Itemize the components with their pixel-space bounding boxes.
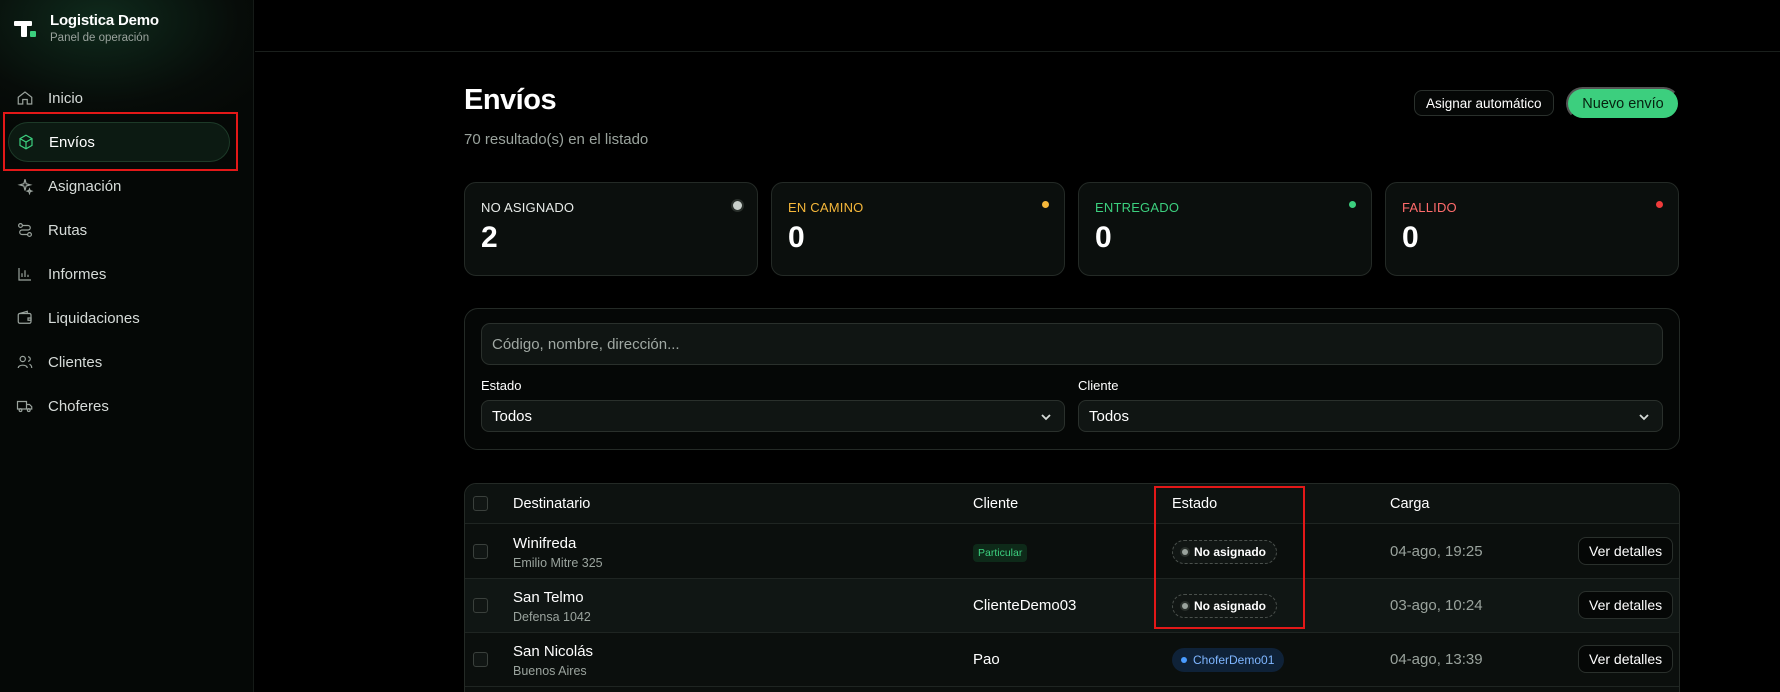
chevron-down-icon bbox=[1639, 414, 1649, 421]
sidebar-nav: Inicio Envíos Asignación Rutas Informes … bbox=[0, 78, 254, 430]
column-header-estado[interactable]: Estado bbox=[1172, 496, 1217, 512]
estado-filter-label: Estado bbox=[481, 378, 522, 393]
row-checkbox[interactable] bbox=[473, 544, 488, 559]
sidebar-item-label: Asignación bbox=[48, 177, 122, 195]
status-dot-icon bbox=[1042, 201, 1049, 208]
client-name: ClienteDemo03 bbox=[973, 597, 1077, 614]
sparkles-icon bbox=[17, 179, 34, 195]
stat-card-fallido: FALLIDO 0 bbox=[1385, 182, 1679, 276]
users-icon bbox=[17, 355, 33, 369]
results-count: 70 resultado(s) en el listado bbox=[464, 131, 649, 148]
client-tag: Particular bbox=[973, 544, 1028, 562]
sidebar-item-label: Liquidaciones bbox=[48, 309, 140, 327]
brand-logo bbox=[12, 15, 38, 41]
route-icon bbox=[18, 223, 32, 237]
sidebar-item-choferes[interactable]: Choferes bbox=[8, 386, 230, 426]
brand[interactable]: Logistica Demo Panel de operación bbox=[12, 12, 159, 44]
brand-title: Logistica Demo bbox=[50, 12, 159, 29]
stat-label: EN CAMINO bbox=[788, 200, 864, 215]
status-dot-icon bbox=[1349, 201, 1356, 208]
sidebar-item-label: Informes bbox=[48, 265, 107, 283]
wallet-icon bbox=[17, 310, 32, 324]
view-details-button[interactable]: Ver detalles bbox=[1578, 591, 1674, 619]
view-details-button[interactable]: Ver detalles bbox=[1578, 645, 1674, 673]
load-date: 03-ago, 10:24 bbox=[1390, 597, 1483, 614]
recipient-address: Buenos Aires bbox=[513, 664, 587, 678]
stat-label: ENTREGADO bbox=[1095, 200, 1180, 215]
row-checkbox[interactable] bbox=[473, 598, 488, 613]
column-header-destinatario[interactable]: Destinatario bbox=[513, 496, 590, 512]
recipient-address: Defensa 1042 bbox=[513, 610, 591, 624]
stat-card-en-camino: EN CAMINO 0 bbox=[771, 182, 1065, 276]
column-header-cliente[interactable]: Cliente bbox=[973, 496, 1018, 512]
status-dot-icon bbox=[1182, 549, 1188, 555]
status-label: No asignado bbox=[1194, 545, 1267, 559]
status-dot-icon bbox=[1181, 657, 1187, 663]
recipient-name: San Telmo bbox=[513, 589, 584, 606]
brand-subtitle: Panel de operación bbox=[50, 32, 150, 44]
cliente-select-value: Todos bbox=[1089, 407, 1130, 425]
status-badge: No asignado bbox=[1172, 540, 1278, 564]
row-checkbox[interactable] bbox=[473, 652, 488, 667]
bar-chart-icon bbox=[18, 268, 31, 281]
recipient-name: San Nicolás bbox=[513, 643, 594, 660]
status-label: ChoferDemo01 bbox=[1193, 653, 1275, 667]
sidebar-item-clientes[interactable]: Clientes bbox=[8, 342, 230, 382]
sidebar-item-informes[interactable]: Informes bbox=[8, 254, 230, 294]
recipient-address: Emilio Mitre 325 bbox=[513, 556, 603, 570]
stat-card-entregado: ENTREGADO 0 bbox=[1078, 182, 1372, 276]
sidebar-item-rutas[interactable]: Rutas bbox=[8, 210, 230, 250]
sidebar: Logistica Demo Panel de operación Inicio… bbox=[0, 0, 254, 692]
table-row[interactable]: Winifreda Emilio Mitre 325 Particular No… bbox=[465, 525, 1679, 579]
view-details-button[interactable]: Ver detalles bbox=[1578, 537, 1674, 565]
new-shipment-button[interactable]: Nuevo envío bbox=[1566, 87, 1680, 120]
filters-panel: Estado Todos Cliente Todos bbox=[464, 308, 1680, 450]
recipient-name: Winifreda bbox=[513, 535, 577, 552]
page-title: Envíos bbox=[464, 84, 557, 116]
sidebar-item-inicio[interactable]: Inicio bbox=[8, 78, 230, 118]
cliente-filter-label: Cliente bbox=[1078, 378, 1119, 393]
status-badge: ChoferDemo01 bbox=[1172, 648, 1285, 672]
chevron-down-icon bbox=[1041, 414, 1051, 421]
status-badge: No asignado bbox=[1172, 594, 1278, 618]
shipments-table: Destinatario Cliente Estado Carga Winifr… bbox=[464, 483, 1680, 692]
auto-assign-button[interactable]: Asignar automático bbox=[1414, 90, 1554, 116]
table-header: Destinatario Cliente Estado Carga bbox=[465, 484, 1679, 524]
box-icon bbox=[19, 134, 33, 150]
sidebar-item-asignacion[interactable]: Asignación bbox=[8, 166, 230, 206]
sidebar-item-label: Envíos bbox=[49, 133, 95, 151]
stats-row: NO ASIGNADO 2 EN CAMINO 0 ENTREGADO 0 FA… bbox=[464, 182, 1679, 276]
cliente-select[interactable]: Todos bbox=[1078, 400, 1663, 432]
home-icon bbox=[17, 91, 33, 105]
stat-label: FALLIDO bbox=[1402, 200, 1457, 215]
stat-label: NO ASIGNADO bbox=[481, 200, 575, 215]
stat-value: 0 bbox=[788, 221, 805, 254]
table-row[interactable]: San Nicolás Buenos Aires Pao ChoferDemo0… bbox=[465, 633, 1679, 687]
sidebar-item-label: Clientes bbox=[48, 353, 103, 371]
column-header-carga[interactable]: Carga bbox=[1390, 496, 1430, 512]
status-dot-icon bbox=[1182, 603, 1188, 609]
load-date: 04-ago, 19:25 bbox=[1390, 543, 1483, 560]
sidebar-item-envios[interactable]: Envíos bbox=[8, 122, 230, 162]
stat-value: 0 bbox=[1402, 221, 1419, 254]
status-dot-icon bbox=[1656, 201, 1663, 208]
estado-select[interactable]: Todos bbox=[481, 400, 1065, 432]
estado-select-value: Todos bbox=[492, 407, 533, 425]
sidebar-item-label: Inicio bbox=[48, 89, 84, 107]
client-name: Pao bbox=[973, 651, 1000, 668]
stat-value: 0 bbox=[1095, 221, 1112, 254]
table-row[interactable]: San Telmo Defensa 1042 ClienteDemo03 No … bbox=[465, 579, 1679, 633]
load-date: 04-ago, 13:39 bbox=[1390, 651, 1483, 668]
select-all-checkbox[interactable] bbox=[473, 496, 488, 511]
sidebar-item-label: Choferes bbox=[48, 397, 109, 415]
status-label: No asignado bbox=[1194, 599, 1267, 613]
topbar-divider bbox=[255, 51, 1780, 52]
sidebar-item-label: Rutas bbox=[48, 221, 88, 239]
stat-value: 2 bbox=[481, 221, 498, 254]
search-input[interactable] bbox=[481, 323, 1663, 365]
stat-card-no-asignado: NO ASIGNADO 2 bbox=[464, 182, 758, 276]
sidebar-item-liquidaciones[interactable]: Liquidaciones bbox=[8, 298, 230, 338]
status-dot-icon bbox=[733, 201, 742, 210]
truck-icon bbox=[16, 400, 33, 413]
